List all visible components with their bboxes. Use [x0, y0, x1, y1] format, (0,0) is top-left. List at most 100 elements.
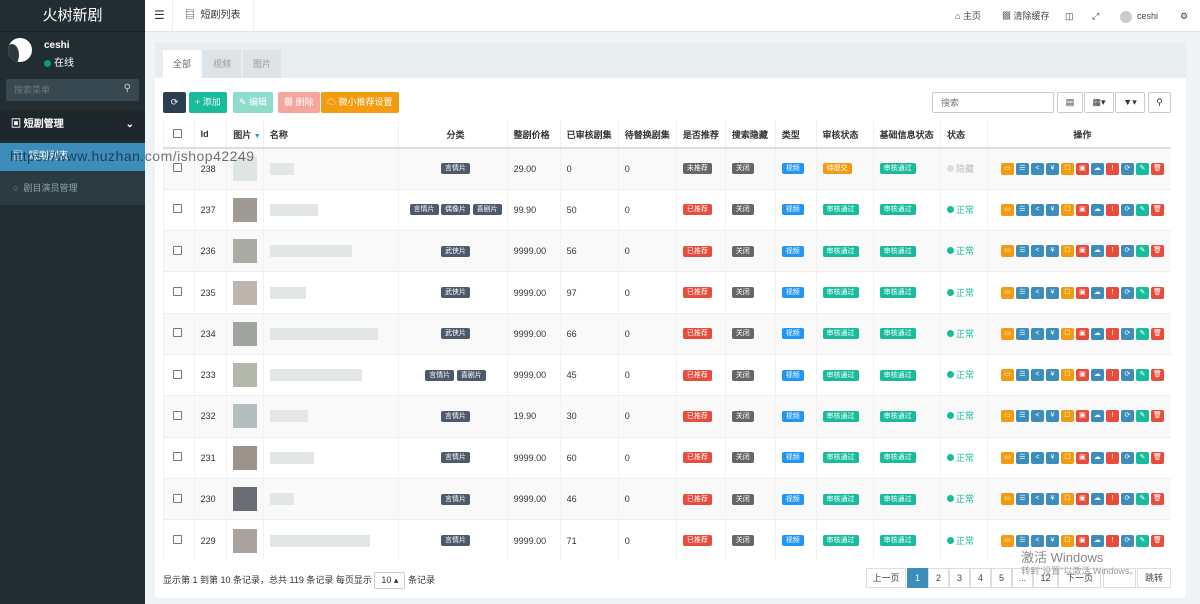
action-upload-icon[interactable]: ☁: [1090, 534, 1104, 547]
action-share-icon[interactable]: <: [1030, 327, 1044, 340]
action-refresh-icon[interactable]: ⟳: [1120, 534, 1134, 547]
action-upload-icon[interactable]: ☁: [1090, 410, 1104, 423]
drama-name[interactable]: [269, 203, 318, 216]
clear-cache-link[interactable]: ▩ 清除缓存: [1002, 0, 1050, 32]
search-hide-badge[interactable]: 关闭: [731, 452, 754, 464]
translate-icon[interactable]: ◫: [1065, 0, 1074, 32]
action-price-icon[interactable]: ¥: [1045, 369, 1059, 382]
action-video-icon[interactable]: ▣: [1075, 451, 1089, 464]
action-delete-icon[interactable]: 🗑: [1150, 203, 1164, 216]
action-image-icon[interactable]: ☐: [1060, 493, 1074, 506]
action-video-icon[interactable]: ▣: [1075, 493, 1089, 506]
action-share-icon[interactable]: <: [1030, 203, 1044, 216]
action-image-icon[interactable]: ☐: [1060, 534, 1074, 547]
drama-name[interactable]: [269, 493, 294, 506]
action-edit-icon[interactable]: ▭: [1000, 369, 1014, 382]
action-price-icon[interactable]: ¥: [1045, 245, 1059, 258]
action-price-icon[interactable]: ¥: [1045, 493, 1059, 506]
col-recommend[interactable]: 是否推荐: [675, 121, 726, 149]
recommend-badge[interactable]: 已推荐: [682, 452, 712, 464]
action-list-icon[interactable]: ☰: [1015, 286, 1029, 299]
user-menu[interactable]: ceshi: [1120, 0, 1158, 32]
action-edit-icon[interactable]: ▭: [1000, 327, 1014, 340]
col-pending[interactable]: 待替换剧集: [617, 121, 677, 149]
action-share-icon[interactable]: <: [1030, 286, 1044, 299]
drama-cover-image[interactable]: [233, 445, 258, 470]
table-row[interactable]: 238 言情片 29.00 0 0 未推荐 关闭 视频 待提交 审核通过 隐藏 …: [163, 147, 1171, 190]
col-audit-status[interactable]: 审核状态: [815, 121, 874, 149]
action-warning-icon[interactable]: !: [1105, 327, 1119, 340]
action-price-icon[interactable]: ¥: [1045, 451, 1059, 464]
action-delete-icon[interactable]: 🗑: [1150, 162, 1164, 175]
action-video-icon[interactable]: ▣: [1075, 162, 1089, 175]
search-icon[interactable]: ⚲: [124, 83, 131, 94]
action-pencil-icon[interactable]: ✎: [1135, 493, 1149, 506]
search-hide-badge[interactable]: 关闭: [731, 493, 754, 505]
action-upload-icon[interactable]: ☁: [1090, 203, 1104, 216]
col-category[interactable]: 分类: [397, 121, 508, 149]
action-edit-icon[interactable]: ▭: [1000, 162, 1014, 175]
page-link[interactable]: 3: [949, 568, 970, 588]
page-link[interactable]: 1: [907, 568, 928, 588]
action-image-icon[interactable]: ☐: [1060, 410, 1074, 423]
action-edit-icon[interactable]: ▭: [1000, 451, 1014, 464]
action-video-icon[interactable]: ▣: [1075, 534, 1089, 547]
search-button[interactable]: ⚲: [1148, 92, 1171, 113]
action-upload-icon[interactable]: ☁: [1090, 493, 1104, 506]
action-upload-icon[interactable]: ☁: [1090, 162, 1104, 175]
drama-name[interactable]: [269, 286, 306, 299]
action-pencil-icon[interactable]: ✎: [1135, 245, 1149, 258]
action-video-icon[interactable]: ▣: [1075, 245, 1089, 258]
search-hide-badge[interactable]: 关闭: [731, 287, 754, 299]
select-all-checkbox[interactable]: [163, 121, 195, 149]
page-link[interactable]: 5: [991, 568, 1012, 588]
action-upload-icon[interactable]: ☁: [1090, 369, 1104, 382]
row-checkbox[interactable]: [173, 287, 182, 297]
row-checkbox[interactable]: [173, 452, 182, 462]
action-price-icon[interactable]: ¥: [1045, 410, 1059, 423]
menu-search[interactable]: ⚲: [6, 79, 139, 101]
action-price-icon[interactable]: ¥: [1045, 203, 1059, 216]
action-price-icon[interactable]: ¥: [1045, 534, 1059, 547]
action-refresh-icon[interactable]: ⟳: [1120, 451, 1134, 464]
edit-button[interactable]: ✎ 编辑: [233, 92, 274, 113]
action-refresh-icon[interactable]: ⟳: [1120, 410, 1134, 423]
action-warning-icon[interactable]: !: [1105, 203, 1119, 216]
action-list-icon[interactable]: ☰: [1015, 327, 1029, 340]
action-image-icon[interactable]: ☐: [1060, 162, 1074, 175]
action-price-icon[interactable]: ¥: [1045, 162, 1059, 175]
action-delete-icon[interactable]: 🗑: [1150, 451, 1164, 464]
action-list-icon[interactable]: ☰: [1015, 451, 1029, 464]
recommend-badge[interactable]: 已推荐: [682, 410, 712, 422]
table-row[interactable]: 232 言情片 19.90 30 0 已推荐 关闭 视频 审核通过 审核通过 正…: [163, 395, 1171, 438]
row-checkbox[interactable]: [173, 328, 182, 338]
action-refresh-icon[interactable]: ⟳: [1120, 493, 1134, 506]
table-row[interactable]: 237 言情片 偶像片 喜剧片 99.90 50 0 已推荐 关闭 视频 审核通…: [163, 188, 1171, 231]
search-hide-badge[interactable]: 关闭: [731, 369, 754, 381]
action-edit-icon[interactable]: ▭: [1000, 493, 1014, 506]
action-pencil-icon[interactable]: ✎: [1135, 203, 1149, 216]
page-link[interactable]: 2: [928, 568, 949, 588]
action-pencil-icon[interactable]: ✎: [1135, 327, 1149, 340]
action-refresh-icon[interactable]: ⟳: [1120, 162, 1134, 175]
action-edit-icon[interactable]: ▭: [1000, 286, 1014, 299]
col-name[interactable]: 名称: [262, 121, 398, 149]
action-pencil-icon[interactable]: ✎: [1135, 410, 1149, 423]
action-pencil-icon[interactable]: ✎: [1135, 451, 1149, 464]
col-type[interactable]: 类型: [774, 121, 817, 149]
action-delete-icon[interactable]: 🗑: [1150, 493, 1164, 506]
table-row[interactable]: 229 言情片 9999.00 71 0 已推荐 关闭 视频 审核通过 审核通过…: [163, 519, 1171, 561]
action-warning-icon[interactable]: !: [1105, 534, 1119, 547]
col-image[interactable]: 图片 ▼: [226, 121, 264, 149]
action-pencil-icon[interactable]: ✎: [1135, 162, 1149, 175]
recommend-badge[interactable]: 已推荐: [682, 369, 712, 381]
col-price[interactable]: 整剧价格: [506, 121, 561, 149]
action-warning-icon[interactable]: !: [1105, 162, 1119, 175]
table-search-input[interactable]: [932, 92, 1054, 113]
drama-name[interactable]: [269, 245, 352, 258]
drama-name[interactable]: [269, 534, 370, 547]
action-image-icon[interactable]: ☐: [1060, 451, 1074, 464]
table-row[interactable]: 231 言情片 9999.00 60 0 已推荐 关闭 视频 审核通过 审核通过…: [163, 436, 1171, 479]
export-icon[interactable]: ▼▾: [1115, 92, 1145, 113]
sidebar-item-actors[interactable]: ○ 剧目演员管理: [0, 175, 145, 201]
